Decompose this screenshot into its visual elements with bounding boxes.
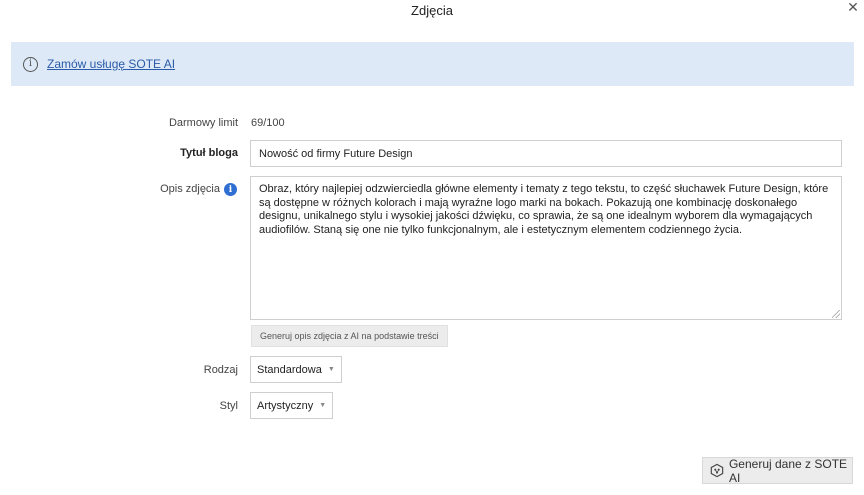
- info-banner: i Zamów usługę SOTE AI: [11, 42, 854, 86]
- blog-title-value: Nowość od firmy Future Design: [259, 147, 413, 160]
- style-selected-value: Artystyczny: [257, 399, 314, 412]
- generate-sote-ai-label: Generuj dane z SOTE AI: [728, 456, 848, 485]
- info-icon: i: [23, 56, 38, 72]
- caret-down-icon: ▼: [327, 366, 335, 373]
- blog-title-input[interactable]: Nowość od firmy Future Design: [250, 140, 842, 167]
- info-filled-icon[interactable]: i: [224, 183, 237, 196]
- close-icon[interactable]: ✕: [846, 0, 860, 14]
- type-selected-value: Standardowa: [257, 363, 322, 376]
- caret-down-icon: ▼: [319, 402, 327, 409]
- description-textarea[interactable]: Obraz, który najlepiej odzwierciedla głó…: [250, 176, 842, 320]
- description-value: Obraz, który najlepiej odzwierciedla głó…: [259, 183, 829, 236]
- blog-title-label: Tytuł bloga: [180, 147, 238, 159]
- order-sote-ai-link[interactable]: Zamów usługę SOTE AI: [47, 57, 175, 71]
- style-select[interactable]: Artystyczny ▼: [250, 392, 334, 419]
- free-limit-value: 69/100: [251, 117, 285, 129]
- generate-description-button[interactable]: Generuj opis zdjęcia z AI na podstawie t…: [251, 325, 448, 347]
- resize-handle-icon[interactable]: [832, 310, 840, 318]
- style-label: Styl: [219, 400, 238, 412]
- free-limit-label: Darmowy limit: [168, 117, 238, 129]
- type-label: Rodzaj: [203, 364, 238, 376]
- ai-brain-icon: [710, 463, 724, 478]
- dialog-title: Zdjęcia: [411, 3, 453, 18]
- generate-sote-ai-button[interactable]: Generuj dane z SOTE AI: [702, 456, 853, 485]
- description-label: Opis zdjęcia: [160, 183, 220, 195]
- type-select[interactable]: Standardowa ▼: [250, 356, 342, 383]
